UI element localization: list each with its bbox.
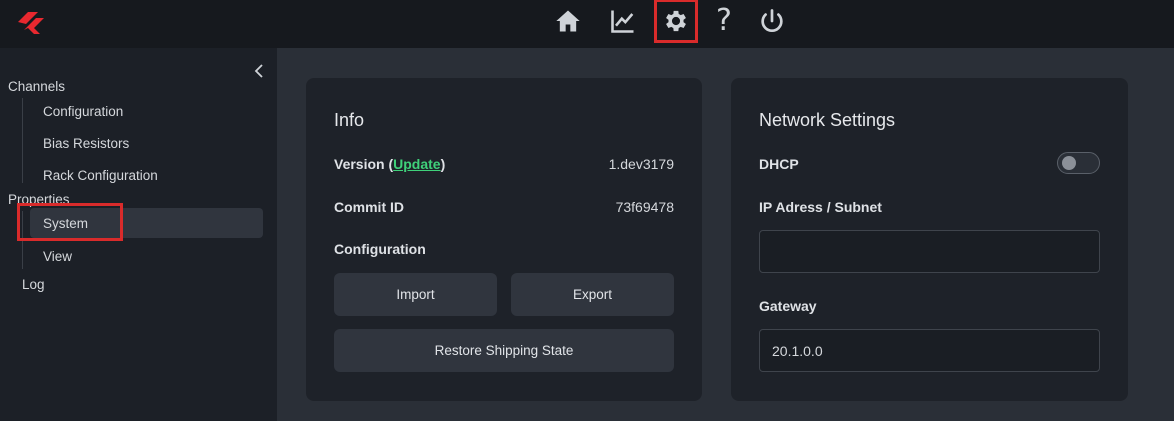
sidebar-item-configuration[interactable]: Configuration [30,96,263,126]
dhcp-label: DHCP [759,156,799,172]
network-settings-title: Network Settings [759,110,896,130]
version-label: Version (Update) [334,156,445,172]
info-title: Info [334,110,365,130]
import-button[interactable]: Import [334,273,497,316]
restore-shipping-state-button[interactable]: Restore Shipping State [334,329,674,372]
export-button[interactable]: Export [511,273,674,316]
dhcp-toggle[interactable] [1057,152,1100,174]
sidebar-item-bias-resistors[interactable]: Bias Resistors [30,128,263,158]
version-value: 1.dev3179 [608,156,674,172]
version-label-text: Version ( [334,156,394,172]
help-icon[interactable]: ? [704,2,744,40]
sidebar-item-log[interactable]: Log [22,277,45,292]
chart-icon[interactable] [603,2,643,40]
configuration-label: Configuration [334,241,426,257]
sidebar: Channels Configuration Bias Resistors Ra… [0,48,277,421]
chevron-left-icon [254,64,263,78]
gateway-input[interactable]: 20.1.0.0 [759,329,1100,372]
gateway-label: Gateway [759,298,817,314]
version-label-close: ) [440,156,446,172]
info-card: Info Version (Update) 1.dev3179 Commit I… [306,78,702,401]
update-link[interactable]: Update [393,156,440,172]
commit-id-label: Commit ID [334,199,404,215]
collapse-sidebar-button[interactable] [248,60,270,82]
sidebar-group-channels: Channels [8,79,66,94]
sidebar-item-view[interactable]: View [30,241,263,271]
tree-line [22,211,23,269]
sidebar-item-system[interactable]: System [30,208,263,238]
top-bar: ? [0,0,1174,48]
sidebar-group-properties: Properties [8,192,70,207]
toggle-knob [1062,156,1076,170]
home-icon[interactable] [548,2,588,40]
help-icon-glyph: ? [716,3,732,38]
ip-address-label: IP Adress / Subnet [759,199,882,215]
power-icon[interactable] [752,2,792,40]
sidebar-item-rack-configuration[interactable]: Rack Configuration [30,160,263,190]
commit-id-value: 73f69478 [615,199,674,215]
brand-logo-icon [18,12,44,34]
network-settings-card: Network Settings DHCP IP Adress / Subnet… [731,78,1128,401]
tree-line [22,98,23,183]
ip-address-input[interactable] [759,230,1100,273]
gear-icon[interactable] [654,0,698,43]
